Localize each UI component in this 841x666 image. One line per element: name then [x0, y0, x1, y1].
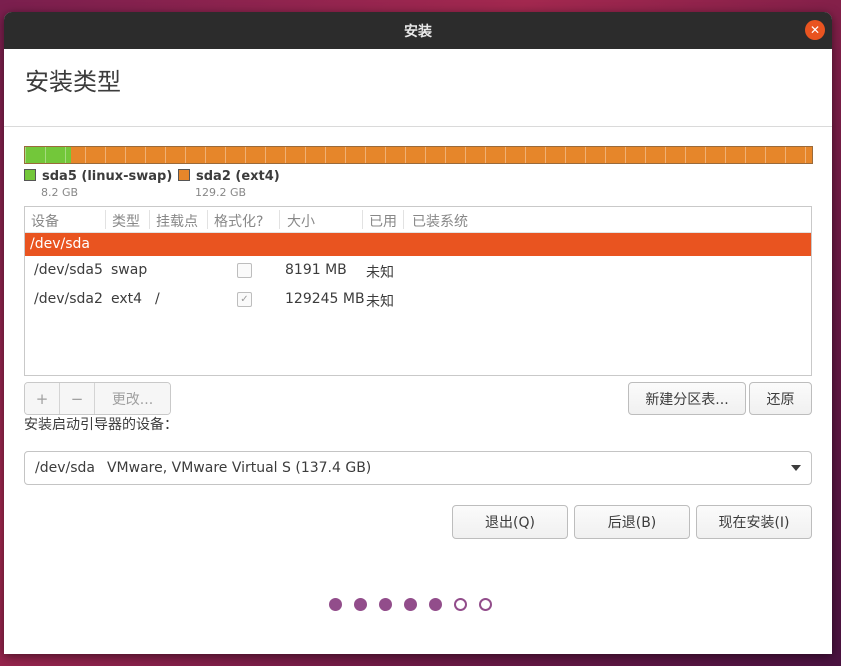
col-format[interactable]: 格式化? — [214, 211, 263, 231]
close-icon[interactable]: ✕ — [805, 20, 825, 40]
table-header: 设备 类型 挂载点 格式化? 大小 已用 已装系统 — [25, 207, 811, 233]
col-used[interactable]: 已用 — [369, 211, 397, 231]
partition-table[interactable]: 设备 类型 挂载点 格式化? 大小 已用 已装系统 /dev/sda /dev/… — [24, 206, 812, 376]
remove-partition-button[interactable]: − — [60, 383, 95, 414]
row-type: swap — [111, 262, 148, 278]
row-type: ext4 — [111, 291, 143, 307]
quit-button[interactable]: 退出(Q) — [452, 505, 568, 539]
table-row[interactable]: /dev/sda5 swap 8191 MB 未知 — [25, 256, 811, 285]
legend-swap-name: sda5 (linux-swap) — [42, 169, 173, 184]
progress-dots — [329, 598, 492, 611]
ext4-color-swatch — [178, 169, 190, 181]
row-used: 未知 — [366, 265, 394, 281]
legend-swap: sda5 (linux-swap) 8.2 GB — [24, 169, 172, 199]
window-title: 安装 — [404, 23, 432, 40]
progress-dot — [354, 598, 367, 611]
col-mount[interactable]: 挂载点 — [156, 211, 198, 231]
legend-ext4-size: 129.2 GB — [195, 186, 247, 199]
progress-dot — [479, 598, 492, 611]
chevron-down-icon — [791, 465, 801, 471]
col-device[interactable]: 设备 — [31, 211, 59, 231]
partition-bar — [24, 146, 813, 164]
progress-dot — [429, 598, 442, 611]
boot-device-path: /dev/sda — [35, 460, 95, 476]
install-now-button[interactable]: 现在安装(I) — [696, 505, 812, 539]
boot-device-description: VMware, VMware Virtual S (137.4 GB) — [106, 460, 372, 476]
progress-dot — [404, 598, 417, 611]
row-size: 129245 MB — [285, 291, 365, 307]
add-partition-button[interactable]: + — [25, 383, 60, 414]
row-size: 8191 MB — [285, 262, 347, 278]
new-partition-table-button[interactable]: 新建分区表... — [628, 382, 746, 415]
back-button[interactable]: 后退(B) — [574, 505, 690, 539]
col-size[interactable]: 大小 — [287, 211, 315, 231]
installer-window: 安装 ✕ 安装类型 sda5 (linux-swap) 8.2 GB sda2 … — [4, 12, 832, 654]
row-device: /dev/sda2 — [34, 291, 103, 307]
row-device: /dev/sda5 — [34, 262, 103, 278]
row-mount: / — [155, 291, 160, 307]
format-checkbox[interactable]: ✓ — [237, 292, 252, 307]
legend-ext4: sda2 (ext4) 129.2 GB — [178, 169, 280, 199]
table-row[interactable]: /dev/sda2 ext4 / ✓ 129245 MB 未知 — [25, 285, 811, 314]
partition-edit-buttons: + − 更改... — [24, 382, 171, 415]
progress-dot — [379, 598, 392, 611]
row-used: 未知 — [366, 294, 394, 310]
format-checkbox[interactable] — [237, 263, 252, 278]
revert-button[interactable]: 还原 — [749, 382, 812, 415]
boot-device-select[interactable]: /dev/sda VMware, VMware Virtual S (137.4… — [24, 451, 812, 485]
col-system[interactable]: 已装系统 — [412, 211, 468, 231]
progress-dot — [454, 598, 467, 611]
divider — [4, 126, 832, 127]
change-partition-button[interactable]: 更改... — [95, 383, 170, 414]
page-title: 安装类型 — [25, 68, 121, 96]
titlebar: 安装 ✕ — [4, 12, 832, 49]
progress-dot — [329, 598, 342, 611]
col-type[interactable]: 类型 — [112, 211, 140, 231]
legend-ext4-name: sda2 (ext4) — [196, 169, 280, 184]
legend-swap-size: 8.2 GB — [41, 186, 79, 199]
swap-color-swatch — [24, 169, 36, 181]
table-row-disk[interactable]: /dev/sda — [25, 233, 811, 256]
check-icon: ✓ — [240, 294, 249, 305]
disk-device: /dev/sda — [30, 236, 90, 252]
boot-device-label: 安装启动引导器的设备： — [24, 417, 178, 433]
